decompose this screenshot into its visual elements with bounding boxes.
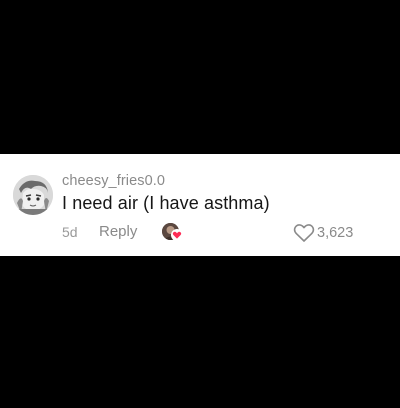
comment-username[interactable]: cheesy_fries0.0 xyxy=(62,173,165,189)
comment-card: cheesy_fries0.0 I need air (I have asthm… xyxy=(0,154,400,256)
heart-outline-icon[interactable] xyxy=(293,223,315,243)
heart-filled-icon xyxy=(171,229,183,241)
video-frame: cheesy_fries0.0 I need air (I have asthm… xyxy=(0,0,400,408)
like-button[interactable]: 3,623 xyxy=(293,223,373,243)
comment-text: I need air (I have asthma) xyxy=(62,193,270,213)
comment-meta-row: 5d Reply 3,623 xyxy=(62,223,382,243)
reply-button[interactable]: Reply xyxy=(99,223,137,240)
comment-timestamp: 5d xyxy=(62,224,78,240)
user-avatar-icon[interactable] xyxy=(13,175,53,215)
liked-by-creator-badge xyxy=(162,223,184,243)
like-count: 3,623 xyxy=(317,225,354,241)
